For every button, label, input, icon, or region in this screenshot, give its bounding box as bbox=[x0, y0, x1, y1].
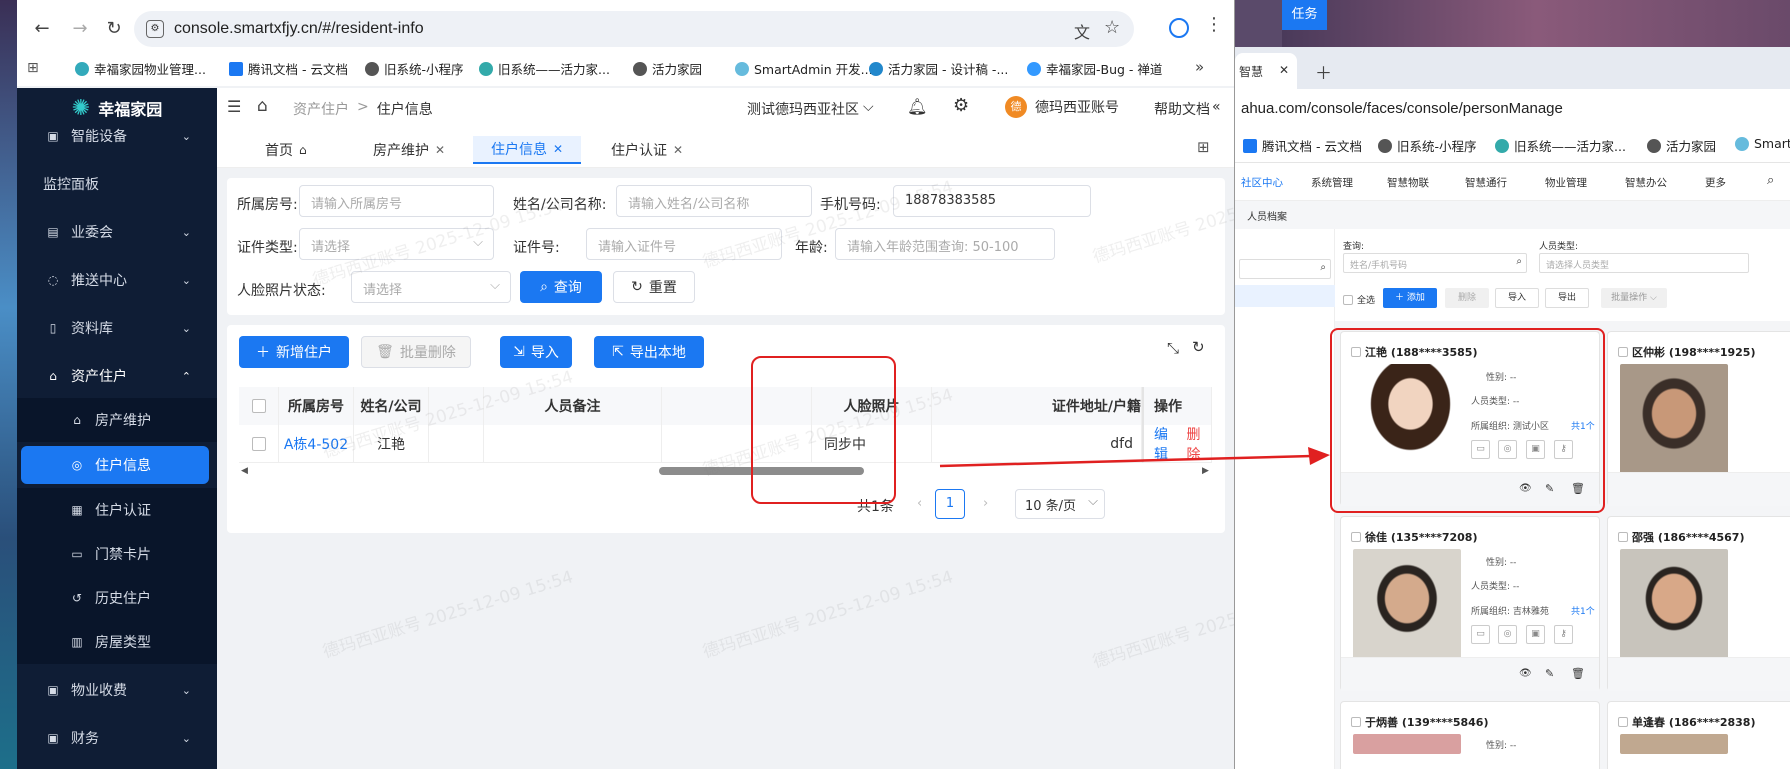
annotation-arrow bbox=[939, 447, 1330, 468]
